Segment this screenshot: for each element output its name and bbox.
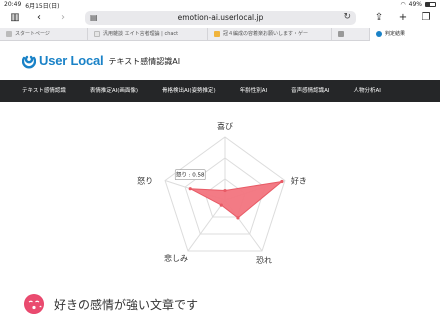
reload-icon[interactable]: ↻ — [343, 12, 351, 22]
battery-icon — [425, 2, 436, 7]
data-point-好き — [280, 179, 284, 184]
nav-item-voice-emotion[interactable]: 音声感情認識AI — [291, 80, 329, 102]
data-point-怒り — [188, 187, 192, 191]
status-date: 6月15日(日) — [25, 3, 60, 10]
battery-percent: 49% — [408, 1, 422, 8]
tab-blank[interactable] — [332, 28, 370, 41]
nav-item-text-emotion[interactable]: テキスト感情認識 — [22, 80, 66, 102]
nav-item-person-analysis[interactable]: 人物分析AI — [354, 80, 381, 102]
tab-label: 冠４編成の容着楽お願いします・ゲー — [223, 31, 309, 37]
browser-toolbar: ▥ ‹ › ▤ emotion-ai.userlocal.jp ↻ ⇪ + ❐ — [0, 10, 440, 27]
data-point-喜び — [223, 188, 227, 193]
brand-name: User Local — [39, 53, 104, 68]
bookmark-icon — [214, 30, 220, 37]
tab-strip: スタートページ 汎用雑談 エイト言者理論 | chact 冠４編成の容着楽お願い… — [0, 28, 440, 41]
url-text[interactable]: emotion-ai.userlocal.jp — [85, 13, 356, 22]
tab-game[interactable]: 冠４編成の容着楽お願いします・ゲー — [208, 28, 332, 41]
wifi-icon: ◠ — [400, 1, 406, 8]
radar-svg: 喜び好き恐れ 悲しみ 怒り 怒り : 0.58 — [137, 121, 307, 265]
axis-label-5: 怒り — [137, 176, 153, 186]
tab-label: 汎用雑談 エイト言者理論 | chact — [103, 31, 179, 37]
nav-item-age-gender[interactable]: 年齢性別AI — [240, 80, 267, 102]
sidebar-toggle-icon[interactable]: ▥ — [8, 10, 22, 25]
userlocal-logo-icon — [21, 54, 37, 68]
axis-label-4: 悲しみ — [164, 253, 188, 263]
tooltip-text: 怒り : 0.58 — [176, 171, 205, 179]
product-name: テキスト感情認識AI — [108, 57, 181, 66]
forward-icon[interactable]: › — [56, 10, 70, 25]
status-bar: 20:49 6月15日(日) ◠ 49% — [0, 0, 440, 10]
userlocal-icon — [376, 30, 382, 37]
status-time: 20:49 — [4, 1, 22, 8]
address-bar[interactable]: ▤ emotion-ai.userlocal.jp ↻ — [85, 11, 356, 25]
emotion-radar-chart: 喜び好き恐れ 悲しみ 怒り 怒り : 0.58 — [0, 102, 440, 287]
share-icon[interactable]: ⇪ — [372, 10, 386, 25]
nav-item-pose[interactable]: 骨格検出AI(姿勢推定) — [162, 80, 216, 102]
axis-label-1: 喜び — [217, 121, 233, 131]
site-header: User Local テキスト感情認識AI — [0, 42, 440, 80]
tab-label: スタートページ — [15, 31, 50, 37]
grid-spoke-4 — [187, 199, 226, 252]
main-nav: テキスト感情認識 表情推定AI(画面像) 骨格検出AI(姿勢推定) 年齢性別AI… — [0, 80, 440, 102]
tab-chat[interactable]: 汎用雑談 エイト言者理論 | chact — [88, 28, 208, 41]
star-icon — [6, 30, 12, 37]
axis-label-3: 恐れ — [256, 256, 272, 265]
tab-label: 判定結果 — [385, 31, 406, 37]
data-point-悲しみ — [219, 203, 223, 207]
logo[interactable]: User Local テキスト感情認識AI — [21, 53, 181, 68]
result-heading: 好きの感情が強い文章です — [24, 294, 198, 314]
new-tab-icon[interactable]: + — [396, 10, 410, 25]
data-point-恐れ — [236, 216, 240, 220]
tab-icon — [338, 30, 344, 37]
page-icon — [94, 30, 100, 37]
kiss-face-icon — [24, 294, 44, 314]
tab-result[interactable]: 判定結果 — [370, 28, 440, 41]
tab-start-page[interactable]: スタートページ — [0, 28, 88, 41]
tabs-overview-icon[interactable]: ❐ — [419, 10, 433, 25]
result-text: 好きの感情が強い文章です — [54, 297, 199, 312]
nav-item-face-emotion[interactable]: 表情推定AI(画面像) — [90, 80, 138, 102]
back-icon[interactable]: ‹ — [32, 10, 46, 25]
axis-label-2: 好き — [291, 176, 307, 186]
